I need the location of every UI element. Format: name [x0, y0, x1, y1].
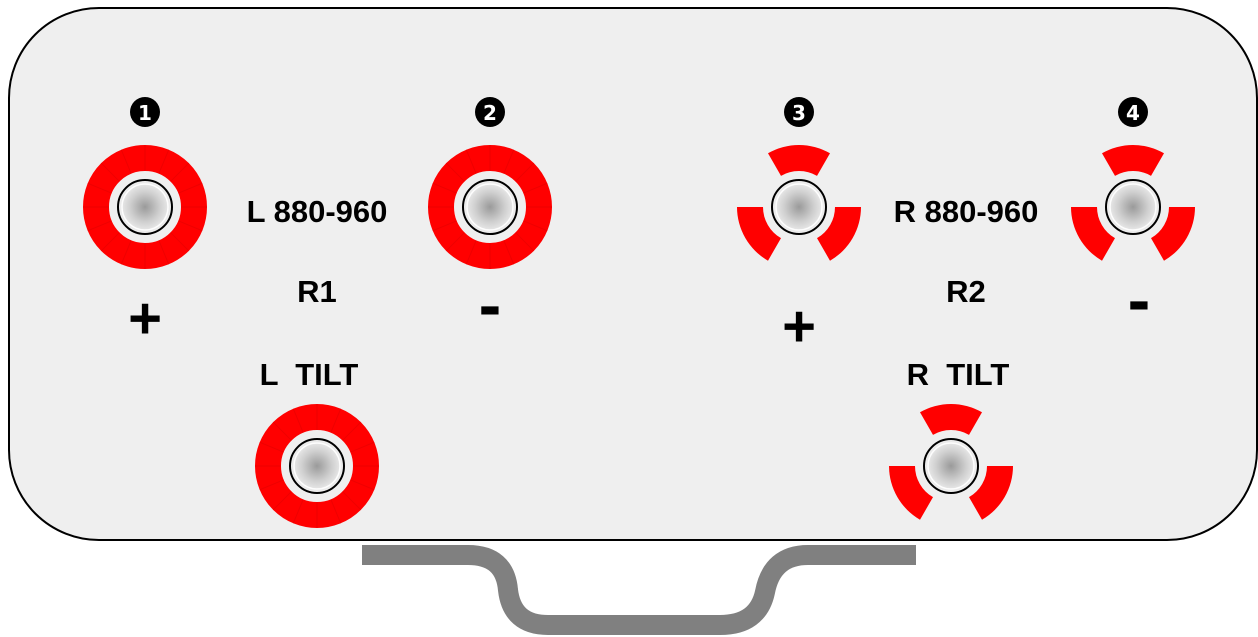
left-frequency-label: L 880-960 [247, 194, 388, 229]
connector-pin [462, 179, 518, 235]
connector-terminal-2[interactable] [428, 145, 552, 269]
svg-text:2: 2 [483, 101, 497, 125]
polarity-plus-symbol: + [782, 294, 816, 359]
right-port-id-label: R2 [946, 274, 986, 309]
left-tilt-label: L TILT [260, 357, 359, 392]
connector-pin [117, 179, 173, 235]
terminal-number-badge-3: 3 [784, 97, 814, 127]
panel-body [8, 7, 1258, 541]
polarity-minus-symbol: - [479, 267, 502, 343]
connector-terminal-l-tilt[interactable] [255, 404, 379, 528]
polarity-minus-symbol: - [1128, 262, 1151, 338]
right-tilt-label: R TILT [907, 357, 1010, 392]
left-port-id-label: R1 [297, 274, 337, 309]
svg-text:3: 3 [792, 101, 806, 125]
connector-pin [923, 438, 979, 494]
right-frequency-label: R 880-960 [894, 194, 1039, 229]
connector-pin [771, 179, 827, 235]
svg-text:4: 4 [1126, 101, 1140, 125]
antenna-connector-panel-diagram: 1 2 3 4 L 880-960 R1 L TILT R 880-960 R2… [8, 7, 1258, 635]
polarity-plus-symbol: + [128, 286, 162, 351]
mounting-bracket [362, 545, 916, 635]
terminal-number-badge-2: 2 [475, 97, 505, 127]
terminal-number-badge-1: 1 [130, 97, 160, 127]
connector-terminal-1[interactable] [83, 145, 207, 269]
terminal-number-badge-4: 4 [1118, 97, 1148, 127]
svg-text:1: 1 [138, 101, 152, 125]
connector-pin [289, 438, 345, 494]
connector-pin [1105, 179, 1161, 235]
